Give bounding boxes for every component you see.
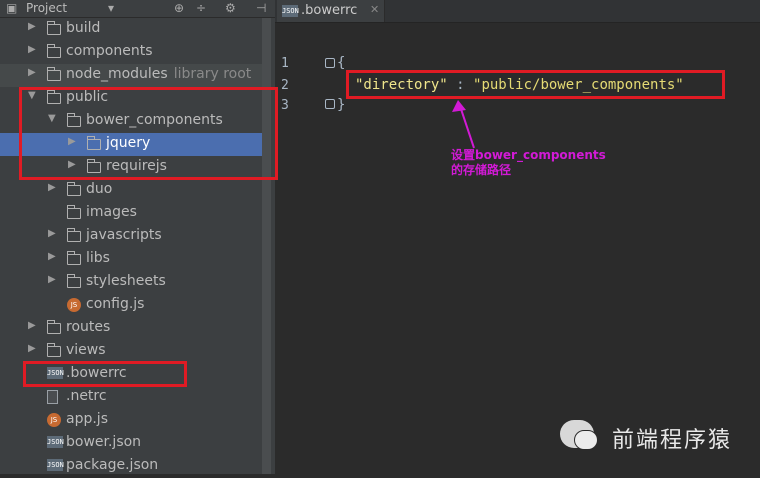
tree-item[interactable]: ▶ routes (0, 317, 262, 340)
folder-icon (67, 205, 81, 219)
tree-item-name: .netrc (66, 388, 107, 404)
code-open-brace: { (337, 55, 346, 71)
chevron-right-icon[interactable]: ▶ (48, 228, 60, 239)
tree-item-label: bower.json (66, 434, 141, 450)
chevron-right-icon[interactable]: ▶ (48, 251, 60, 262)
tree-item-name: routes (66, 319, 111, 335)
folder-icon (47, 343, 61, 357)
folder-icon (67, 251, 81, 265)
folder-icon (67, 228, 81, 242)
folder-icon (47, 21, 61, 35)
json-file-icon: JSON (47, 436, 64, 448)
tree-item-name: bower.json (66, 434, 142, 450)
js-file-icon: JS (67, 298, 81, 312)
tree-item[interactable]: JSON package.json (0, 455, 262, 478)
tree-item-name: views (66, 342, 106, 358)
folder-icon (67, 182, 81, 196)
watermark-text: 前端程序猿 (612, 428, 733, 453)
tree-item-label: .netrc (66, 388, 107, 404)
tree-item-name: stylesheets (86, 273, 166, 289)
tree-item[interactable]: ▶ libs (0, 248, 262, 271)
js-file-icon: JS (47, 413, 61, 427)
chevron-right-icon[interactable]: ▶ (28, 343, 40, 354)
folder-icon (47, 67, 61, 81)
tree-item[interactable]: ▶ stylesheets (0, 271, 262, 294)
highlight-box-public (19, 87, 278, 180)
tree-item-label: images (86, 204, 137, 220)
project-panel-header: ▣ Project ▾ ⊕ ÷ ⚙ ⊣ (0, 0, 275, 18)
chevron-right-icon[interactable]: ▶ (48, 274, 60, 285)
tab-label: .bowerrc (301, 3, 358, 18)
tree-item-label: components (66, 43, 153, 59)
highlight-box-directory (346, 70, 725, 99)
folder-icon (47, 44, 61, 58)
tree-item[interactable]: .netrc (0, 386, 262, 409)
tree-item-name: package.json (66, 457, 159, 473)
annotation-line-1: 设置bower_components (451, 148, 606, 162)
tree-item[interactable]: ▶ node_modules library root (0, 64, 262, 87)
tree-item[interactable]: ▶ components (0, 41, 262, 64)
highlight-box-bowerrc (23, 361, 187, 387)
json-file-icon: JSON (282, 5, 299, 17)
collapse-all-icon[interactable]: ÷ (196, 1, 206, 15)
library-root-hint: library root (173, 66, 252, 82)
tree-item-name: components (66, 43, 153, 59)
close-icon[interactable]: ✕ (370, 3, 379, 16)
tree-item[interactable]: JS config.js (0, 294, 262, 317)
fold-start-icon[interactable] (325, 58, 335, 68)
tree-item-name: libs (86, 250, 110, 266)
hide-panel-icon[interactable]: ⊣ (256, 1, 266, 15)
tree-item-label: javascripts (86, 227, 162, 243)
folder-icon (67, 274, 81, 288)
chevron-right-icon[interactable]: ▶ (28, 44, 40, 55)
project-view-icon[interactable]: ▣ (6, 1, 17, 15)
tree-item[interactable]: ▶ build (0, 18, 262, 41)
line-number-1: 1 (281, 56, 289, 71)
wechat-icon (560, 420, 598, 450)
json-file-icon: JSON (47, 459, 64, 471)
tree-item-name: images (86, 204, 137, 220)
tree-item-name: javascripts (86, 227, 162, 243)
tree-item-label: node_modules library root (66, 66, 251, 82)
chevron-right-icon[interactable]: ▶ (28, 67, 40, 78)
tree-item[interactable]: ▶ duo (0, 179, 262, 202)
line-number-3: 3 (281, 98, 289, 113)
dropdown-icon[interactable]: ▾ (108, 1, 114, 15)
chevron-right-icon[interactable]: ▶ (28, 21, 40, 32)
fold-end-icon[interactable] (325, 99, 335, 109)
tree-item-label: libs (86, 250, 110, 266)
tree-item-label: package.json (66, 457, 158, 473)
tree-item[interactable]: ▶ views (0, 340, 262, 363)
code-close-brace: } (337, 97, 346, 113)
annotation-line-2: 的存储路径 (451, 163, 512, 177)
text-file-icon (47, 390, 61, 404)
tree-item[interactable]: ▶ javascripts (0, 225, 262, 248)
tree-item-label: stylesheets (86, 273, 166, 289)
tree-item-label: views (66, 342, 106, 358)
project-panel-title[interactable]: Project (26, 1, 67, 15)
gear-icon[interactable]: ⚙ (225, 1, 236, 15)
annotation-arrow (452, 100, 475, 149)
annotation-text: 设置bower_components 的存储路径 (451, 148, 606, 178)
sync-icon[interactable]: ⊕ (174, 1, 184, 15)
tree-item-label: routes (66, 319, 110, 335)
tab-bowerrc[interactable]: JSON .bowerrc ✕ (277, 0, 385, 22)
tree-item-name: node_modules (66, 66, 168, 82)
tree-item[interactable]: JSON bower.json (0, 432, 262, 455)
tree-item-name: duo (86, 181, 113, 197)
tree-item-label: app.js (66, 411, 108, 427)
tree-item-name: build (66, 20, 101, 36)
tree-item-name: config.js (86, 296, 145, 312)
tree-item[interactable]: images (0, 202, 262, 225)
tree-item-name: app.js (66, 411, 108, 427)
tree-item-label: duo (86, 181, 112, 197)
line-number-2: 2 (281, 78, 289, 93)
tree-item[interactable]: JS app.js (0, 409, 262, 432)
chevron-right-icon[interactable]: ▶ (28, 320, 40, 331)
chevron-right-icon[interactable]: ▶ (48, 182, 60, 193)
tree-item-label: config.js (86, 296, 144, 312)
tree-item-label: build (66, 20, 100, 36)
folder-icon (47, 320, 61, 334)
